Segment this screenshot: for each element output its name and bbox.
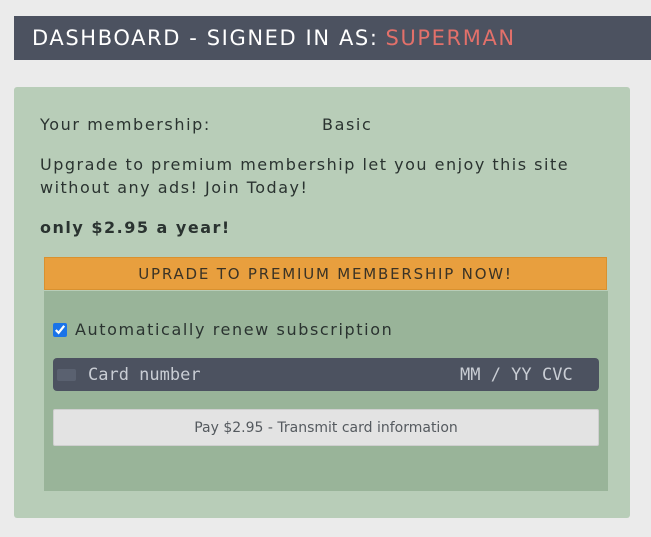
card-input[interactable]: Card number MM / YY CVC bbox=[53, 358, 599, 391]
upgrade-premium-button[interactable]: UPRADE TO PREMIUM MEMBERSHIP NOW! bbox=[44, 257, 607, 290]
card-cvc-placeholder[interactable]: CVC bbox=[542, 365, 573, 385]
auto-renew-label: Automatically renew subscription bbox=[75, 320, 394, 339]
credit-card-icon bbox=[57, 369, 76, 381]
membership-row: Your membership: Basic bbox=[40, 115, 371, 134]
auto-renew-checkbox[interactable] bbox=[53, 322, 67, 337]
card-expiry-placeholder[interactable]: MM / YY bbox=[460, 365, 532, 385]
card-number-placeholder[interactable]: Card number bbox=[88, 365, 201, 385]
membership-label: Your membership: bbox=[40, 115, 211, 134]
upgrade-promo-text: Upgrade to premium membership let you en… bbox=[40, 155, 570, 197]
membership-panel: Your membership: Basic Upgrade to premiu… bbox=[14, 87, 630, 518]
price-text: only $2.95 a year! bbox=[40, 218, 231, 237]
payment-form: Automatically renew subscription Card nu… bbox=[44, 291, 608, 491]
dashboard-header: DASHBOARD - SIGNED IN AS: SUPERMAN bbox=[14, 16, 651, 60]
membership-value: Basic bbox=[322, 115, 373, 134]
auto-renew-row[interactable]: Automatically renew subscription bbox=[53, 320, 393, 339]
header-title: DASHBOARD - SIGNED IN AS: bbox=[32, 26, 379, 50]
pay-button[interactable]: Pay $2.95 - Transmit card information bbox=[53, 409, 599, 446]
signed-in-username: SUPERMAN bbox=[385, 26, 516, 50]
